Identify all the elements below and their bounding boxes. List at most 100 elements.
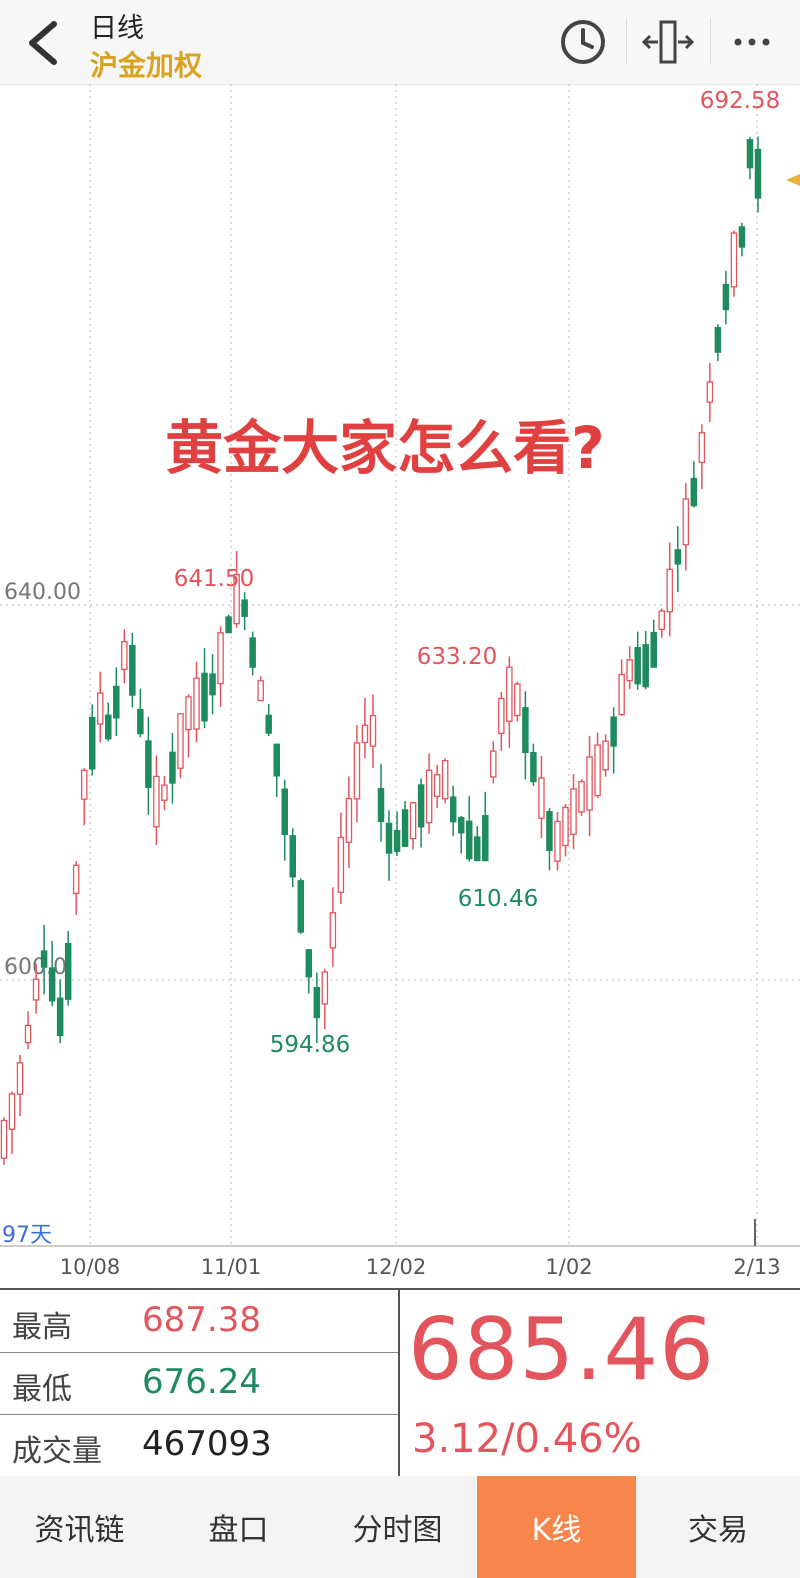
candle-body xyxy=(257,680,264,702)
split-arrows-icon xyxy=(641,20,695,64)
period-count-label: 97天 xyxy=(2,1223,52,1248)
candle-body xyxy=(385,822,393,854)
candle-body xyxy=(345,797,353,843)
x-tick-label: 1/02 xyxy=(545,1255,592,1279)
overlay-headline: 黄金大家怎么看? xyxy=(165,414,605,482)
candle-body xyxy=(289,835,297,878)
candle-body xyxy=(546,811,553,852)
candle-body xyxy=(449,796,457,823)
instrument-name: 沪金加权 xyxy=(90,49,203,82)
x-tick-label: 11/01 xyxy=(201,1255,262,1279)
candle-body xyxy=(361,724,369,744)
candle-body xyxy=(610,716,617,747)
candle-body xyxy=(465,820,473,860)
last-price: 685.46 xyxy=(408,1300,715,1400)
back-button[interactable] xyxy=(24,18,64,68)
candle-body xyxy=(16,1062,24,1095)
stat-high: 最高 687.38 xyxy=(0,1290,398,1353)
kline-svg: 640.00600.010/08 11/01 12/02 1/02 2/13692.58… xyxy=(0,84,800,1279)
candle-body xyxy=(153,775,160,828)
clock-icon xyxy=(561,20,605,64)
stat-low: 最低 676.24 xyxy=(0,1352,398,1415)
candle-body xyxy=(538,777,545,819)
candle-body xyxy=(417,784,425,828)
header-divider xyxy=(626,18,627,64)
candle-body xyxy=(425,769,433,824)
candle-body xyxy=(161,784,168,801)
candle-body xyxy=(682,498,690,546)
candle-body xyxy=(337,836,345,893)
candle-body xyxy=(658,610,665,631)
tab-news-chain[interactable]: 资讯链 xyxy=(0,1476,159,1578)
candle-body xyxy=(209,673,216,696)
stat-volume-value: 467093 xyxy=(142,1424,272,1464)
extreme-value-label: 594.86 xyxy=(270,1032,350,1058)
candle-body xyxy=(48,967,56,1002)
candle-body xyxy=(506,666,513,722)
candle-body xyxy=(522,707,529,753)
stat-high-value: 687.38 xyxy=(142,1300,261,1340)
crosshair-button[interactable] xyxy=(640,14,696,70)
candle-body xyxy=(8,1093,16,1130)
candle-body xyxy=(241,599,248,617)
candle-body xyxy=(40,950,48,968)
candle-body xyxy=(642,644,649,688)
x-tick-label: 10/08 xyxy=(60,1255,121,1279)
candle-body xyxy=(80,769,88,800)
candle-body xyxy=(634,646,641,685)
candle-body xyxy=(554,820,561,862)
extreme-value-label: 692.58 xyxy=(700,88,780,114)
candle-body xyxy=(137,708,144,735)
stat-volume: 成交量 467093 xyxy=(0,1414,398,1476)
candle-body xyxy=(690,477,698,507)
tab-trade[interactable]: 交易 xyxy=(636,1476,800,1578)
quote-stats: 最高 687.38 最低 676.24 成交量 467093 685.46 3.… xyxy=(0,1288,800,1478)
candle-body xyxy=(64,942,72,1000)
candle-body xyxy=(674,549,682,565)
history-button[interactable] xyxy=(555,14,611,70)
extreme-value-label: 610.46 xyxy=(458,886,538,912)
candle-body xyxy=(618,673,625,716)
candle-body xyxy=(313,986,321,1019)
candle-body xyxy=(706,381,714,403)
candle-body xyxy=(305,949,313,978)
candle-body xyxy=(441,760,449,800)
candle-body xyxy=(482,815,489,862)
candle-body xyxy=(121,640,128,671)
candle-body xyxy=(666,568,674,613)
stat-low-value: 676.24 xyxy=(142,1362,261,1402)
candle-body xyxy=(393,830,401,852)
candle-body xyxy=(145,740,152,789)
candle-body xyxy=(297,880,305,933)
candle-body xyxy=(321,971,329,1005)
extreme-value-label: 633.20 xyxy=(417,644,497,670)
candle-body xyxy=(177,713,184,769)
stat-volume-label: 成交量 xyxy=(12,1434,102,1469)
tab-kline[interactable]: K线 xyxy=(477,1476,636,1578)
chevron-left-icon xyxy=(29,21,57,65)
candle-body xyxy=(201,672,208,722)
stats-divider xyxy=(398,1290,400,1476)
candle-body xyxy=(714,327,722,353)
candle-body xyxy=(626,659,633,682)
candle-body xyxy=(754,148,762,199)
candle-body xyxy=(530,751,537,783)
candle-body xyxy=(650,631,657,668)
more-button[interactable] xyxy=(724,14,780,70)
last-price-pointer xyxy=(786,174,800,186)
bottom-tab-bar: 资讯链 盘口 分时图 K线 交易 xyxy=(0,1476,800,1578)
candle-body xyxy=(474,836,481,862)
candle-body xyxy=(562,806,569,847)
candle-body xyxy=(401,809,409,847)
candle-body xyxy=(129,644,136,696)
candle-body xyxy=(56,997,64,1037)
tab-order-book[interactable]: 盘口 xyxy=(159,1476,318,1578)
candle-body xyxy=(594,744,601,797)
tab-intraday[interactable]: 分时图 xyxy=(318,1476,477,1578)
candle-body xyxy=(185,696,192,731)
candle-body xyxy=(698,432,706,464)
kline-chart[interactable]: 640.00 600.0 10/08 11/01 12/02 1/02 2/13 692.58… xyxy=(0,84,800,1284)
candle-body xyxy=(722,283,730,311)
candle-body xyxy=(738,226,746,248)
candle-body xyxy=(329,912,337,949)
